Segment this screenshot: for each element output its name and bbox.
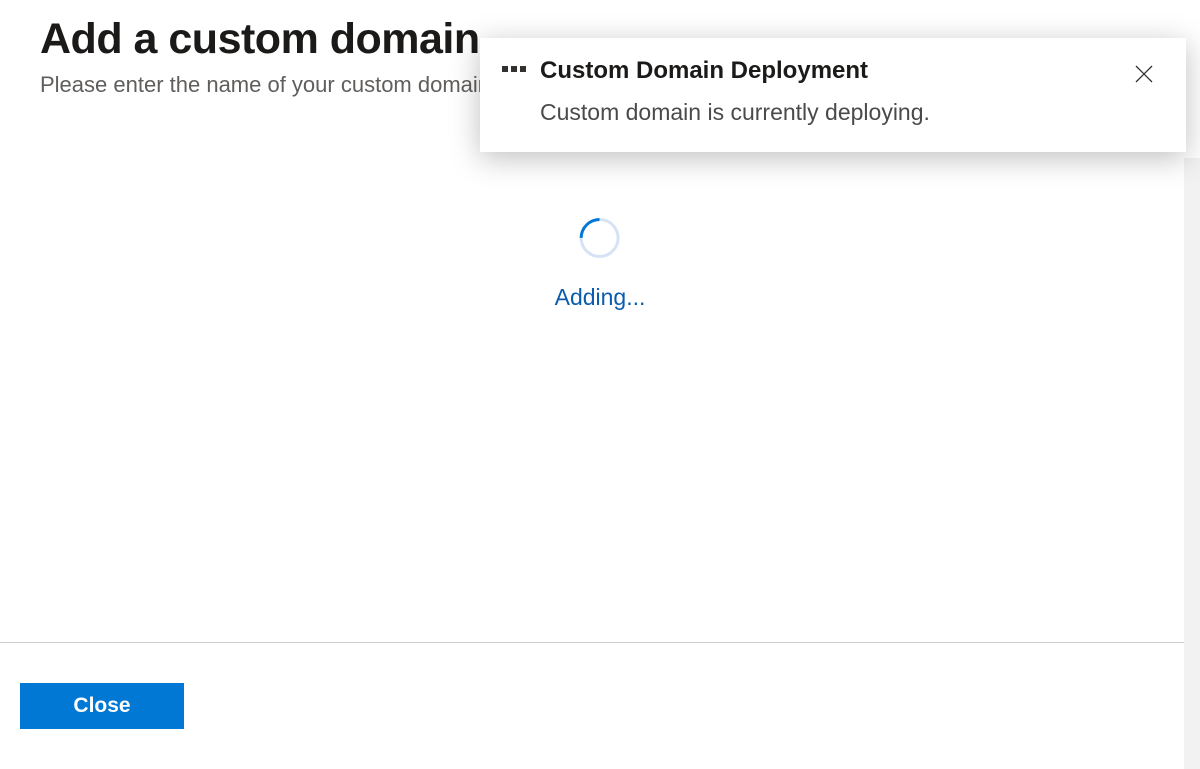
close-button[interactable]: Close [20,683,184,729]
scrollbar-track[interactable] [1184,158,1200,769]
notification-content: Custom Domain Deployment Custom domain i… [540,54,1128,126]
notification-close-button[interactable] [1128,58,1160,90]
notification-message: Custom domain is currently deploying. [540,99,1128,126]
notification-toast: Custom Domain Deployment Custom domain i… [480,38,1186,152]
loading-container: Adding... [555,218,646,311]
spinner-icon [572,210,629,267]
close-icon [1132,62,1156,86]
loading-text: Adding... [555,284,646,311]
footer-bar: Close [0,642,1200,769]
page-container: Add a custom domain Please enter the nam… [0,0,1200,769]
deployment-progress-icon [502,66,526,72]
notification-title: Custom Domain Deployment [540,57,1128,85]
